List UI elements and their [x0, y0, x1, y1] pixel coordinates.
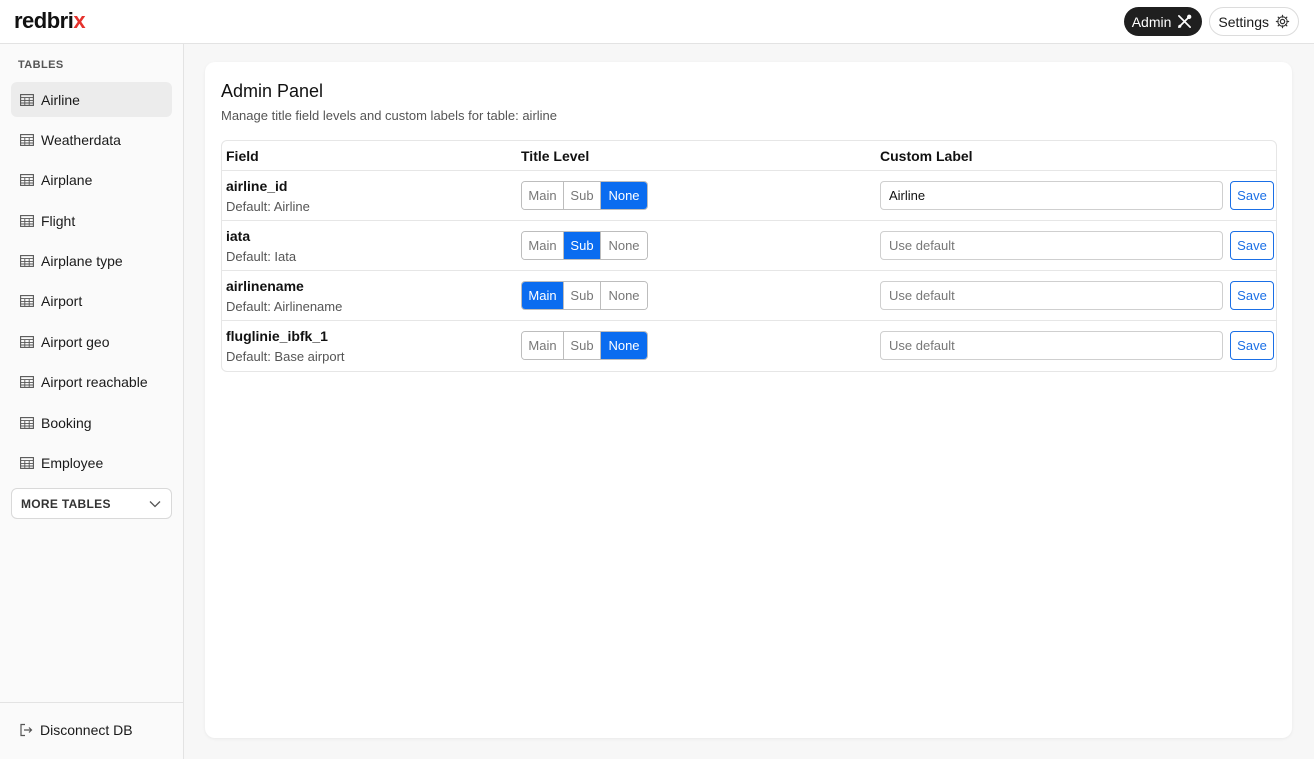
- title-level-toggle: Main Sub None: [521, 231, 648, 260]
- column-header-custom-label: Custom Label: [880, 148, 973, 164]
- table-icon: [20, 335, 34, 348]
- title-level-toggle: Main Sub None: [521, 331, 648, 360]
- table-icon: [20, 93, 34, 106]
- logout-icon: [20, 723, 33, 737]
- sidebar-item-label: Airplane type: [41, 253, 123, 270]
- sidebar-item-airplane[interactable]: Airplane: [11, 163, 172, 198]
- column-header-title-level: Title Level: [521, 148, 590, 164]
- field-name: fluglinie_ibfk_1: [226, 328, 328, 344]
- level-option-none[interactable]: None: [601, 182, 647, 209]
- level-option-sub[interactable]: Sub: [564, 232, 601, 259]
- custom-label-input[interactable]: [880, 281, 1223, 310]
- sidebar: TABLES Airline Weatherdata Airplane Flight A…: [0, 44, 184, 759]
- sidebar-item-label: Booking: [41, 414, 92, 431]
- admin-button[interactable]: Admin: [1123, 7, 1203, 36]
- table-row: fluglinie_ibfk_1 Default: Base airport Mai…: [222, 321, 1276, 371]
- level-option-sub[interactable]: Sub: [564, 332, 601, 359]
- level-option-none[interactable]: None: [601, 332, 647, 359]
- table-icon: [20, 376, 34, 389]
- admin-panel: Admin Panel Manage title field levels an…: [205, 62, 1292, 738]
- sidebar-item-label: Airport: [41, 293, 83, 310]
- page-title: Admin Panel: [221, 81, 324, 101]
- sidebar-item-label: Employee: [41, 455, 104, 472]
- table-icon: [20, 255, 34, 268]
- level-option-none[interactable]: None: [601, 282, 647, 309]
- table-icon: [20, 416, 34, 429]
- save-button[interactable]: Save: [1230, 231, 1274, 260]
- field-default: Default: Airline: [226, 199, 310, 214]
- sidebar-item-label: Airport reachable: [41, 374, 148, 391]
- sidebar-item-booking[interactable]: Booking: [11, 405, 172, 440]
- sidebar-item-airport[interactable]: Airport: [11, 284, 172, 319]
- table-row: iata Default: Iata MainSubNone Save: [222, 221, 1276, 271]
- table-icon: [20, 174, 34, 187]
- main-content: Admin Panel Manage title field levels an…: [184, 44, 1314, 759]
- level-option-main[interactable]: Main: [522, 282, 564, 309]
- settings-button[interactable]: Settings: [1209, 7, 1299, 36]
- sidebar-item-label: Weatherdata: [41, 131, 121, 148]
- level-option-main[interactable]: Main: [522, 182, 564, 209]
- level-option-sub[interactable]: Sub: [564, 282, 601, 309]
- chevron-down-icon: [149, 500, 161, 507]
- logo-text: redbri: [14, 8, 74, 33]
- level-option-main[interactable]: Main: [522, 232, 564, 259]
- save-button[interactable]: Save: [1230, 281, 1274, 310]
- field-name: airlinename: [226, 278, 304, 294]
- field-name: airline_id: [226, 178, 288, 194]
- settings-label: Settings: [1218, 13, 1269, 30]
- disconnect-label: Disconnect DB: [40, 722, 133, 738]
- gear-icon: [1275, 14, 1290, 29]
- fields-table: Field Title Level Custom Label airline_i…: [221, 140, 1277, 372]
- level-option-main[interactable]: Main: [522, 332, 564, 359]
- sidebar-item-employee[interactable]: Employee: [11, 446, 172, 481]
- field-name: iata: [226, 228, 251, 244]
- save-button[interactable]: Save: [1230, 181, 1274, 210]
- sidebar-item-airplane-type[interactable]: Airplane type: [11, 244, 172, 279]
- custom-label-input[interactable]: [880, 181, 1223, 210]
- sidebar-item-airport-geo[interactable]: Airport geo: [11, 324, 172, 359]
- custom-label-input[interactable]: [880, 231, 1223, 260]
- more-tables-dropdown[interactable]: MORE TABLES: [11, 488, 172, 519]
- level-option-sub[interactable]: Sub: [564, 182, 601, 209]
- app-header: redbrix Admin Settings: [0, 0, 1314, 44]
- disconnect-db-button[interactable]: Disconnect DB: [19, 722, 133, 738]
- field-default: Default: Airlinename: [226, 299, 343, 314]
- table-icon: [20, 457, 34, 469]
- table-icon: [20, 214, 34, 227]
- table-icon: [20, 295, 34, 308]
- app-logo[interactable]: redbrix: [14, 8, 86, 34]
- field-default: Default: Iata: [226, 249, 297, 264]
- save-button[interactable]: Save: [1230, 331, 1274, 360]
- page-subtitle: Manage title field levels and custom lab…: [221, 108, 558, 123]
- sidebar-item-label: Airplane: [41, 172, 93, 189]
- wrench-screwdriver-icon: [1178, 14, 1192, 28]
- table-icon: [20, 133, 34, 146]
- table-row: airline_id Default: Airline MainSubNone Sav…: [222, 171, 1276, 221]
- more-tables-label: MORE TABLES: [21, 496, 111, 511]
- sidebar-item-weatherdata[interactable]: Weatherdata: [11, 122, 172, 157]
- sidebar-item-label: Flight: [41, 212, 76, 229]
- logo-accent: x: [73, 8, 86, 33]
- custom-label-input[interactable]: [880, 331, 1223, 360]
- field-default: Default: Base airport: [226, 349, 345, 364]
- sidebar-footer: Disconnect DB: [0, 702, 183, 759]
- header-actions: Admin Settings: [1123, 7, 1299, 36]
- sidebar-item-label: Airport geo: [41, 333, 110, 350]
- level-option-none[interactable]: None: [601, 232, 647, 259]
- sidebar-item-flight[interactable]: Flight: [11, 203, 172, 238]
- admin-label: Admin: [1131, 13, 1172, 30]
- table-body: airline_idDefault: AirlineMainSubNoneSav…: [222, 171, 1276, 371]
- title-level-toggle: Main Sub None: [521, 281, 648, 310]
- title-level-toggle: Main Sub None: [521, 181, 648, 210]
- sidebar-item-airline[interactable]: Airline: [11, 82, 172, 117]
- table-header: Field Title Level Custom Label: [222, 141, 1276, 171]
- sidebar-heading: TABLES: [18, 59, 64, 71]
- sidebar-table-list: Airline Weatherdata Airplane Flight Airplane…: [11, 82, 172, 486]
- table-row: airlinename Default: Airlinename Main Sub No…: [222, 271, 1276, 321]
- sidebar-item-airport-reachable[interactable]: Airport reachable: [11, 365, 172, 400]
- column-header-field: Field: [226, 148, 259, 164]
- sidebar-item-label: Airline: [41, 91, 80, 108]
